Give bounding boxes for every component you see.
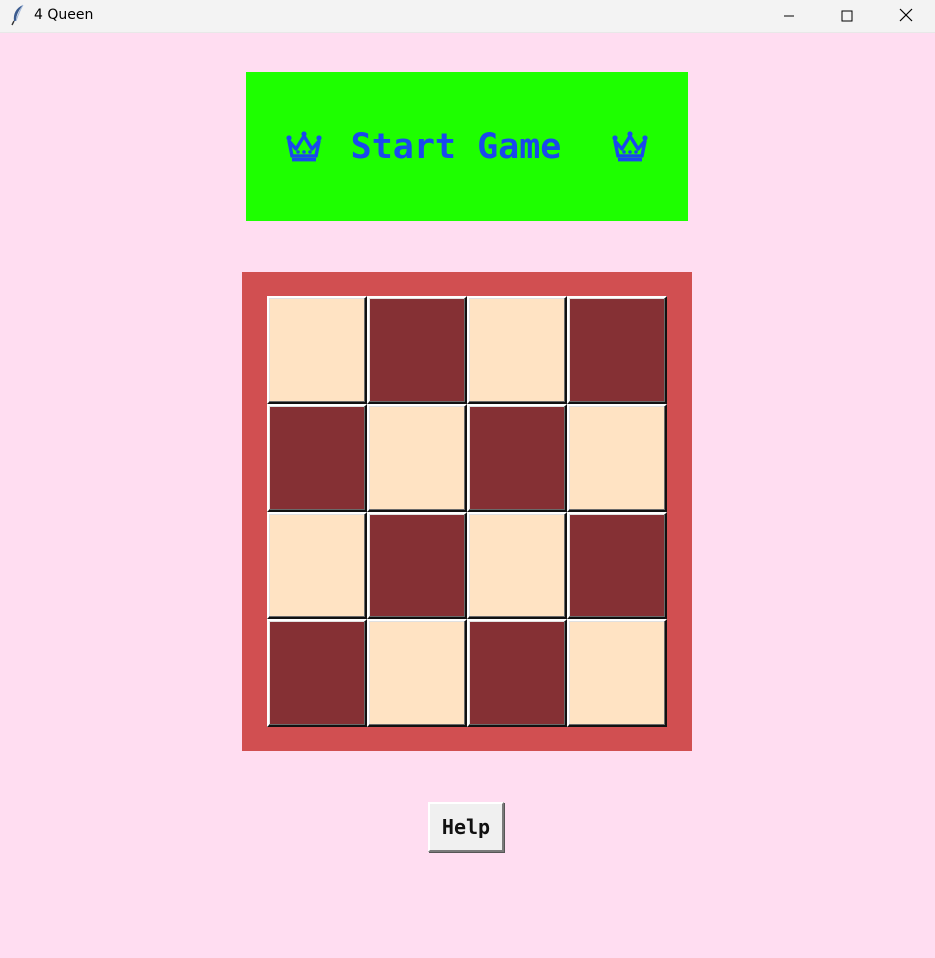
board-square-0-0[interactable] (267, 296, 367, 404)
board-square-1-0[interactable] (267, 403, 367, 512)
start-game-button[interactable]: Start Game (246, 72, 688, 221)
board-square-1-1[interactable] (367, 403, 467, 512)
board-square-0-2[interactable] (467, 296, 567, 404)
crown-icon (611, 130, 649, 164)
board-frame (242, 272, 692, 751)
board-square-3-3[interactable] (567, 619, 667, 727)
start-game-label: Start Game (350, 126, 562, 167)
title-bar: 4 Queen (0, 0, 935, 33)
minimize-button[interactable] (760, 0, 818, 32)
board-square-2-2[interactable] (467, 511, 567, 620)
board-square-2-3[interactable] (567, 511, 667, 620)
close-button[interactable] (877, 0, 935, 32)
board-square-2-0[interactable] (267, 511, 367, 620)
close-icon (899, 7, 913, 26)
board-square-1-2[interactable] (467, 403, 567, 512)
maximize-icon (841, 7, 853, 26)
chess-board (267, 296, 667, 727)
board-square-0-1[interactable] (367, 296, 467, 404)
window-title: 4 Queen (34, 7, 94, 23)
board-square-2-1[interactable] (367, 511, 467, 620)
board-square-3-0[interactable] (267, 619, 367, 727)
help-button[interactable]: Help (428, 802, 504, 852)
feather-icon (9, 4, 27, 26)
minimize-icon (783, 7, 795, 26)
board-square-0-3[interactable] (567, 296, 667, 404)
crown-icon (285, 130, 323, 164)
board-square-3-2[interactable] (467, 619, 567, 727)
maximize-button[interactable] (818, 0, 876, 32)
board-square-1-3[interactable] (567, 403, 667, 512)
board-square-3-1[interactable] (367, 619, 467, 727)
